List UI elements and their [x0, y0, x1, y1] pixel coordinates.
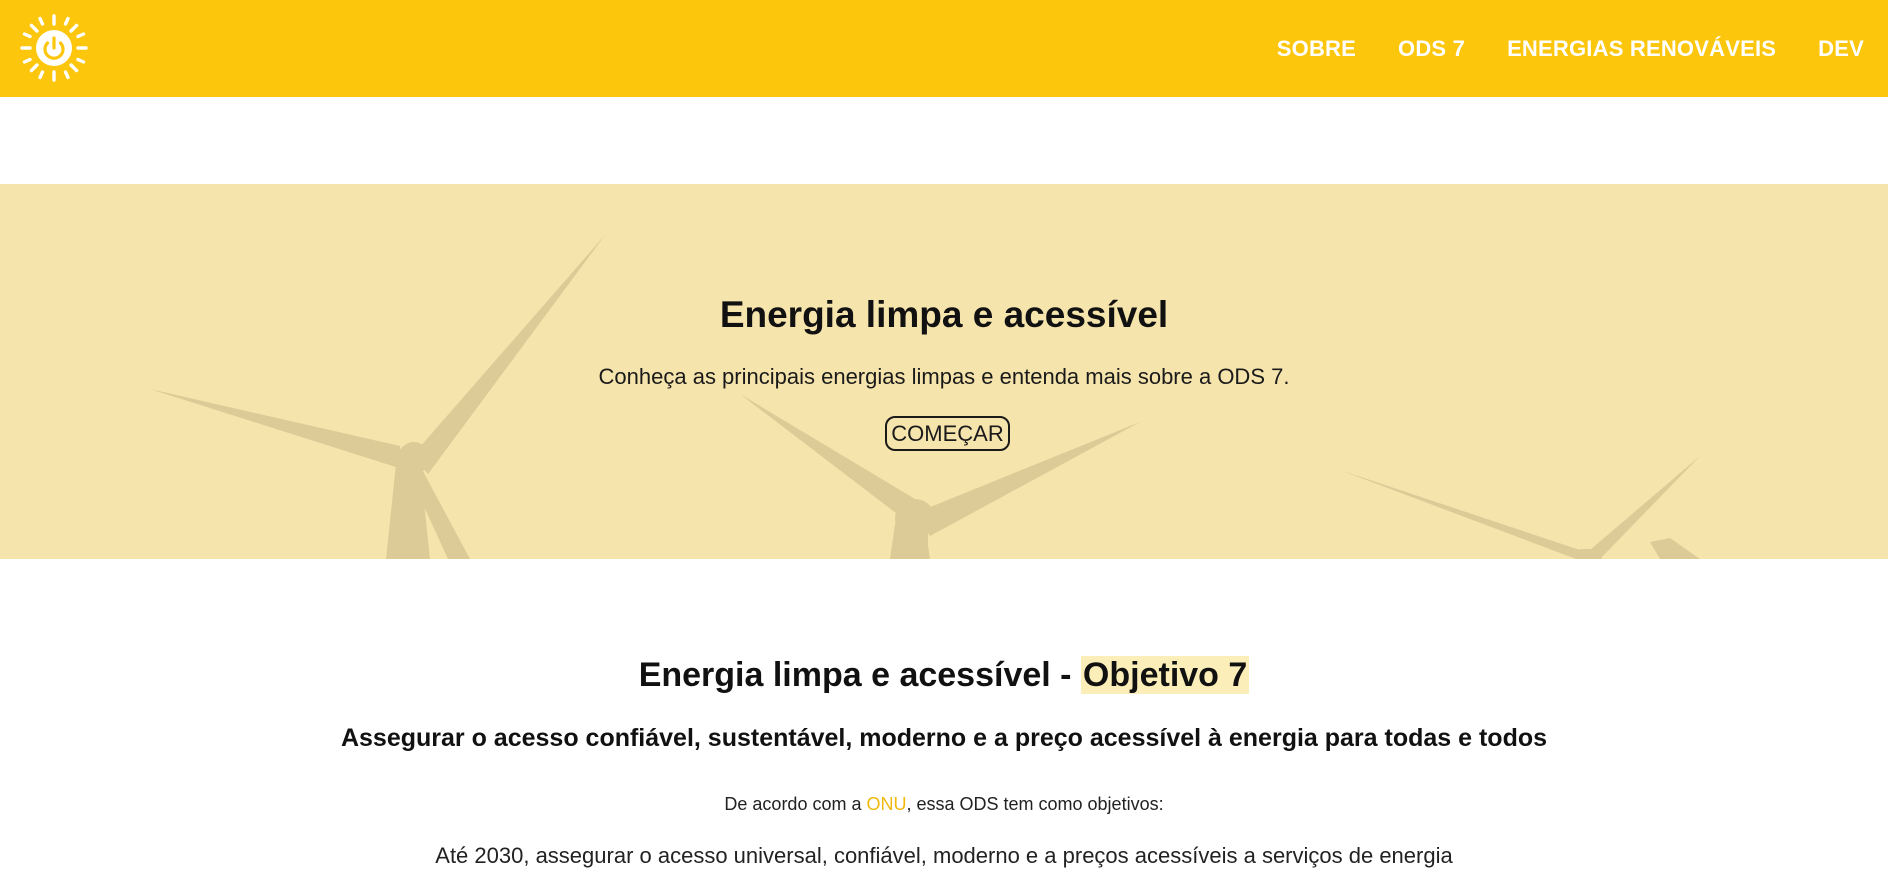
goal-section-subtitle: Assegurar o acesso confiável, sustentáve… — [340, 724, 1548, 752]
goal-item: Até 2030, assegurar o acesso universal, … — [435, 843, 1453, 868]
goal-section-title: Energia limpa e acessível - Objetivo 7 — [0, 656, 1888, 695]
nav-link-dev[interactable]: DEV — [1818, 36, 1864, 62]
hero-subtitle: Conheça as principais energias limpas e … — [598, 364, 1290, 389]
navbar: SOBRE ODS 7 ENERGIAS RENOVÁVEIS DEV — [0, 0, 1888, 97]
nav-link-energias-renovaveis[interactable]: ENERGIAS RENOVÁVEIS — [1507, 36, 1776, 62]
hero-banner: Energia limpa e acessível Conheça as pri… — [0, 184, 1888, 559]
nav-link-ods7[interactable]: ODS 7 — [1398, 36, 1465, 62]
sun-power-icon[interactable] — [20, 14, 88, 82]
start-button[interactable]: COMEÇAR — [885, 416, 1010, 451]
hero-title: Energia limpa e acessível — [719, 294, 1169, 335]
hero-content: Energia limpa e acessível Conheça as pri… — [0, 184, 1888, 559]
goal-intro-text: De acordo com a ONU, essa ODS tem como o… — [0, 794, 1888, 815]
intro-text-after: , essa ODS tem como objetivos: — [906, 794, 1164, 814]
nav-link-sobre[interactable]: SOBRE — [1277, 36, 1356, 62]
intro-text-before: De acordo com a — [724, 794, 867, 814]
main-nav: SOBRE ODS 7 ENERGIAS RENOVÁVEIS DEV — [1277, 0, 1864, 97]
goal-title-prefix: Energia limpa e acessível - — [638, 656, 1081, 694]
goal-title-highlight: Objetivo 7 — [1080, 656, 1250, 694]
onu-link[interactable]: ONU — [866, 794, 906, 814]
